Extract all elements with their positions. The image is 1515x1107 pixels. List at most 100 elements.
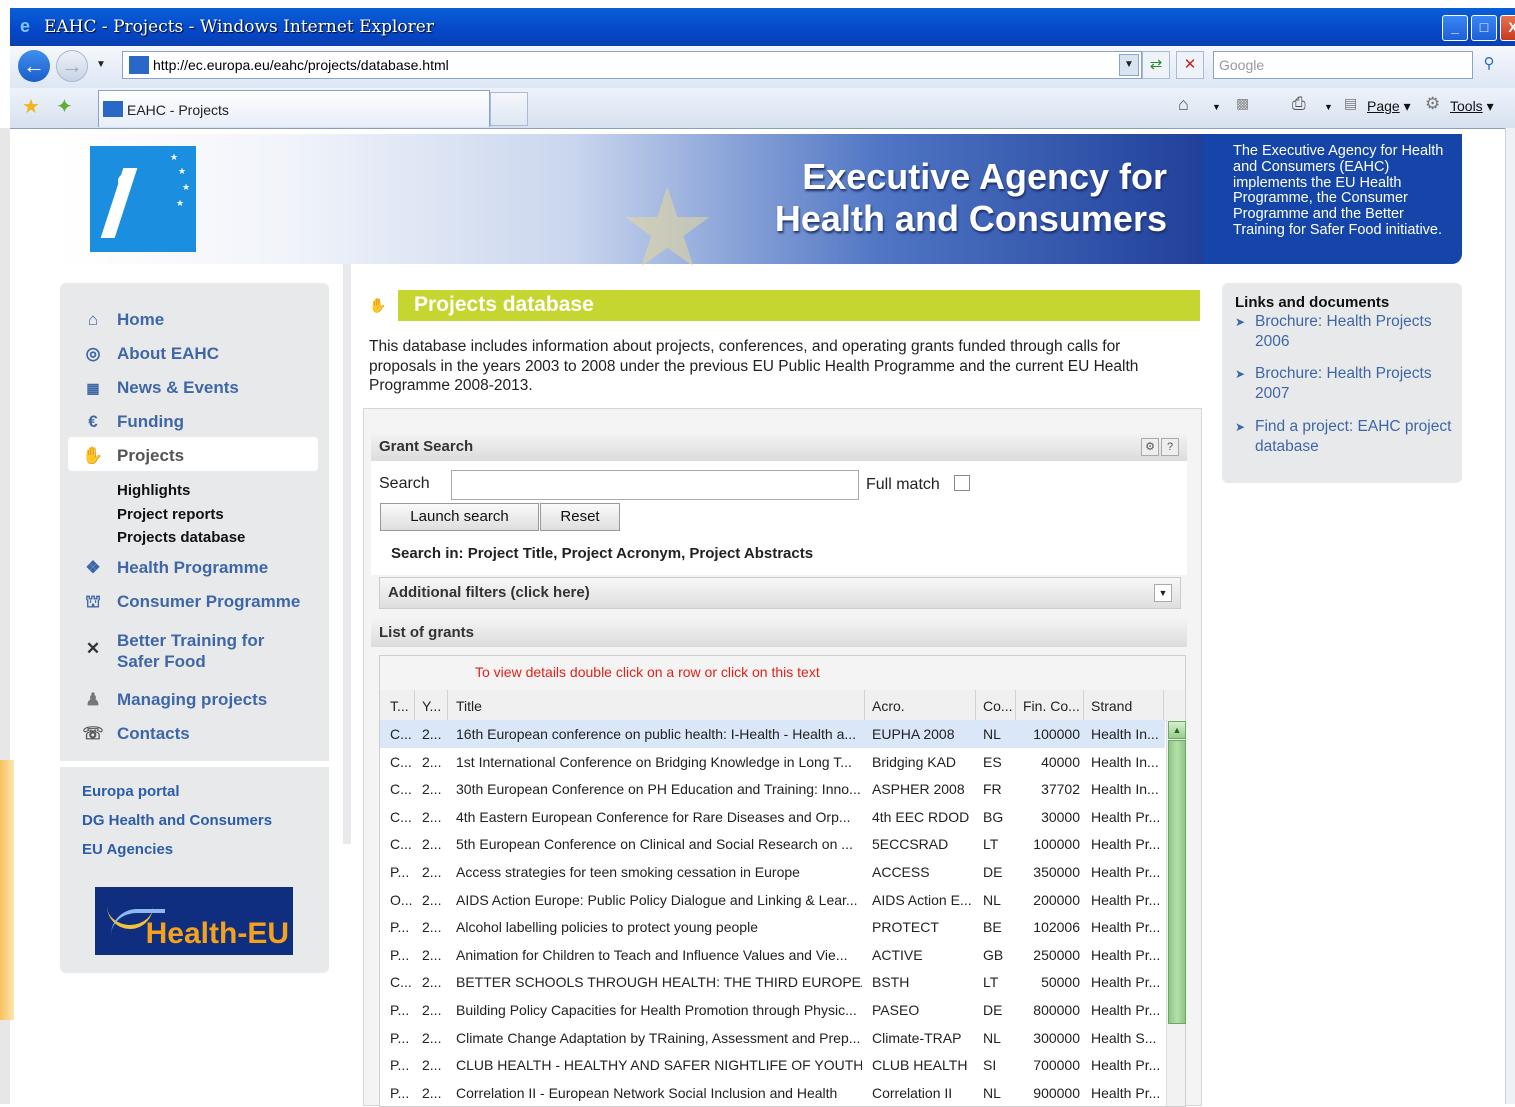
table-row[interactable]: C... 2... 4th Eastern European Conference …: [380, 803, 1165, 831]
column-header-country[interactable]: Co...: [983, 698, 1013, 714]
column-divider[interactable]: [1083, 690, 1084, 720]
link-brochure-2006[interactable]: ➤ Brochure: Health Projects 2006: [1235, 312, 1460, 352]
column-divider[interactable]: [414, 690, 415, 720]
eahc-logo[interactable]: ★ ★ ★ ★: [90, 146, 202, 252]
browser-tab[interactable]: EAHC - Projects: [98, 90, 490, 127]
help-icon[interactable]: ?: [1161, 438, 1179, 456]
nav-item-label[interactable]: Contacts: [117, 724, 190, 744]
cell-financing: 700000: [1033, 1057, 1080, 1074]
nav-item-label[interactable]: Better Training for Safer Food: [117, 630, 287, 672]
column-header-financing[interactable]: Fin. Co...: [1023, 698, 1080, 714]
column-divider[interactable]: [447, 690, 448, 720]
new-tab-button[interactable]: [490, 92, 528, 126]
grid-scrollbar[interactable]: ▲: [1166, 720, 1186, 1106]
column-header-year[interactable]: Y...: [422, 698, 441, 714]
address-url[interactable]: http://ec.europa.eu/eahc/projects/databa…: [153, 57, 449, 73]
tools-menu[interactable]: Tools ▾: [1450, 98, 1494, 115]
maximize-button[interactable]: □: [1471, 15, 1497, 41]
column-header-strand[interactable]: Strand: [1091, 698, 1132, 714]
cell-type: P...: [390, 946, 410, 963]
grants-grid: To view details double click on a row or…: [379, 655, 1186, 1107]
column-divider[interactable]: [975, 690, 976, 720]
table-row[interactable]: C... 2... 16th European conference on publ…: [380, 720, 1165, 748]
cell-strand: Health Pr...: [1091, 891, 1161, 908]
favorites-star-icon[interactable]: ★: [22, 94, 40, 119]
page-scrollbar[interactable]: [1505, 128, 1515, 1104]
link-brochure-2007[interactable]: ➤ Brochure: Health Projects 2007: [1235, 364, 1460, 404]
table-row[interactable]: C... 2... 5th European Conference on Clini…: [380, 830, 1165, 858]
home-icon[interactable]: ⌂: [1178, 94, 1189, 115]
add-favorite-icon[interactable]: ✦: [56, 94, 73, 119]
print-icon[interactable]: ⎙: [1292, 94, 1306, 114]
table-row[interactable]: P... 2... CLUB HEALTH - HEALTHY AND SAFER …: [380, 1051, 1165, 1079]
address-bar[interactable]: http://ec.europa.eu/eahc/projects/databa…: [122, 51, 1142, 79]
table-row[interactable]: P... 2... Alcohol labelling policies to pr…: [380, 913, 1165, 941]
close-button[interactable]: X: [1500, 15, 1515, 41]
feeds-icon[interactable]: ▩: [1236, 95, 1249, 112]
refresh-button[interactable]: ⇄: [1142, 51, 1170, 79]
table-row[interactable]: P... 2... Climate Change Adaptation by TRa…: [380, 1024, 1165, 1052]
grant-search-input[interactable]: [451, 470, 859, 500]
health-eu-logo[interactable]: Health-EU: [95, 887, 293, 955]
back-button[interactable]: ←: [18, 50, 50, 82]
column-divider[interactable]: [1015, 690, 1016, 720]
search-box[interactable]: Google: [1213, 51, 1473, 79]
link-europa-portal[interactable]: Europa portal: [82, 783, 180, 800]
table-row[interactable]: C... 2... BETTER SCHOOLS THROUGH HEALTH: T…: [380, 968, 1165, 996]
subnav-project-reports[interactable]: Project reports: [117, 506, 224, 523]
search-icon[interactable]: ⚲: [1476, 51, 1502, 77]
additional-filters-label[interactable]: Additional filters (click here): [388, 584, 590, 601]
scroll-thumb[interactable]: [1168, 740, 1186, 1024]
grid-hint[interactable]: To view details double click on a row or…: [380, 656, 1185, 690]
column-divider[interactable]: [1163, 690, 1164, 720]
subnav-projects-database[interactable]: Projects database: [117, 529, 245, 546]
table-row[interactable]: P... 2... Access strategies for teen smoki…: [380, 858, 1165, 886]
subnav-highlights[interactable]: Highlights: [117, 482, 190, 499]
column-header-title[interactable]: Title: [456, 698, 482, 714]
cell-title: 1st International Conference on Bridging…: [456, 753, 852, 770]
nav-item-label[interactable]: Home: [117, 310, 164, 330]
link-text[interactable]: Brochure: Health Projects 2007: [1235, 364, 1460, 404]
history-dropdown-icon[interactable]: ▼: [96, 59, 106, 70]
grid-hint-text[interactable]: To view details double click on a row or…: [475, 664, 820, 680]
settings-icon[interactable]: ⚙: [1141, 438, 1159, 456]
nav-item-label[interactable]: Consumer Programme: [117, 592, 300, 612]
reset-button[interactable]: Reset: [540, 503, 620, 531]
print-dropdown-icon[interactable]: ▼: [1324, 102, 1333, 112]
launch-search-button[interactable]: Launch search: [380, 503, 539, 531]
table-row[interactable]: P... 2... Correlation II - European Networ…: [380, 1079, 1165, 1106]
table-row[interactable]: C... 2... 1st International Conference on …: [380, 748, 1165, 776]
column-header-type[interactable]: T...: [390, 698, 409, 714]
scroll-up-icon[interactable]: ▲: [1168, 721, 1186, 739]
page-menu[interactable]: Page ▾: [1367, 98, 1411, 115]
address-dropdown-icon[interactable]: ▼: [1119, 54, 1139, 76]
home-dropdown-icon[interactable]: ▼: [1212, 102, 1221, 112]
link-text[interactable]: Brochure: Health Projects 2006: [1235, 312, 1460, 352]
table-row[interactable]: P... 2... Building Policy Capacities for H…: [380, 996, 1165, 1024]
column-header-acronym[interactable]: Acro.: [872, 698, 905, 714]
table-row[interactable]: P... 2... Animation for Children to Teach …: [380, 941, 1165, 969]
cell-financing: 200000: [1033, 891, 1080, 908]
full-match-checkbox[interactable]: [954, 475, 970, 491]
link-text[interactable]: Find a project: EAHC project database: [1235, 417, 1460, 457]
additional-filters-toggle[interactable]: Additional filters (click here) ▼: [379, 577, 1181, 609]
table-row[interactable]: C... 2... 30th European Conference on PH E…: [380, 775, 1165, 803]
column-divider[interactable]: [864, 690, 865, 720]
minimize-button[interactable]: _: [1442, 15, 1468, 41]
nav-item-label[interactable]: Managing projects: [117, 690, 267, 710]
table-row[interactable]: O... 2... AIDS Action Europe: Public Polic…: [380, 886, 1165, 914]
cell-strand: Health Pr...: [1091, 808, 1161, 825]
nav-item-label[interactable]: Health Programme: [117, 558, 268, 578]
forward-button[interactable]: →: [56, 50, 88, 82]
nav-item-label[interactable]: News & Events: [117, 378, 239, 398]
chevron-down-icon[interactable]: ▼: [1154, 584, 1172, 602]
link-find-project[interactable]: ➤ Find a project: EAHC project database: [1235, 417, 1460, 457]
fork-knife-icon: ✕: [85, 639, 101, 658]
nav-item-label[interactable]: Projects: [117, 446, 184, 466]
link-dg-health[interactable]: DG Health and Consumers: [82, 812, 272, 829]
nav-item-label[interactable]: About EAHC: [117, 344, 219, 364]
link-eu-agencies[interactable]: EU Agencies: [82, 841, 173, 858]
cell-country: NL: [983, 1084, 1001, 1101]
nav-item-label[interactable]: Funding: [117, 412, 184, 432]
stop-button[interactable]: ✕: [1176, 51, 1204, 79]
